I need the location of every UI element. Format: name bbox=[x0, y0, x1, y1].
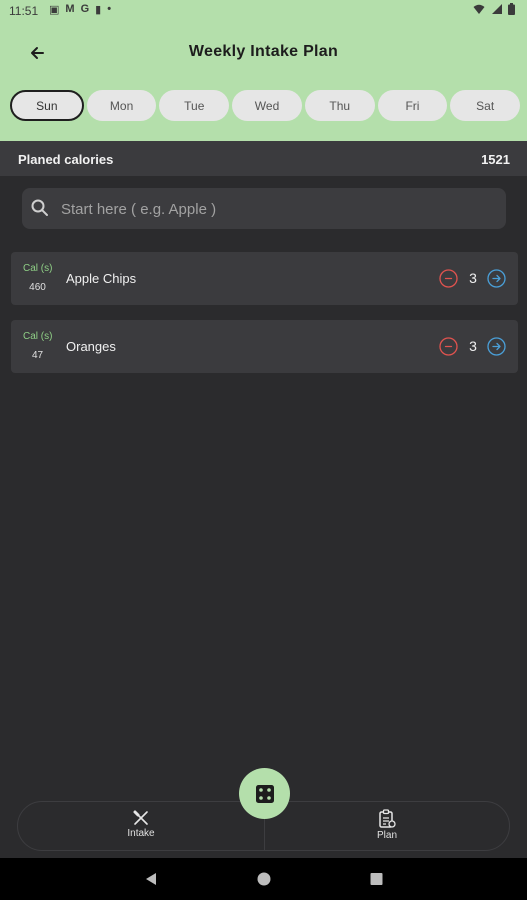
planned-calories-value: 1521 bbox=[481, 152, 510, 167]
day-tab-sun[interactable]: Sun bbox=[10, 90, 84, 121]
increase-quantity-button[interactable] bbox=[487, 269, 506, 288]
wifi-icon bbox=[473, 4, 485, 14]
mail-icon: M bbox=[65, 3, 75, 15]
decrease-quantity-button[interactable] bbox=[439, 337, 458, 356]
day-tab-mon[interactable]: Mon bbox=[86, 90, 157, 121]
decrease-quantity-button[interactable] bbox=[439, 269, 458, 288]
nav-label-intake: Intake bbox=[127, 828, 155, 839]
google-icon: G bbox=[80, 3, 90, 15]
increase-quantity-button[interactable] bbox=[487, 337, 506, 356]
image-icon: ▣ bbox=[49, 4, 60, 16]
day-tab-tue[interactable]: Tue bbox=[159, 90, 230, 121]
calories-value: 47 bbox=[31, 350, 44, 361]
back-triangle-icon[interactable] bbox=[144, 871, 158, 887]
utensils-icon bbox=[133, 810, 148, 825]
calories-label: Cal (s) bbox=[23, 263, 53, 274]
dot-icon: • bbox=[107, 3, 112, 15]
system-navigation-bar bbox=[0, 858, 527, 900]
system-icons bbox=[473, 3, 515, 15]
food-name: Oranges bbox=[66, 339, 116, 354]
nav-item-plan[interactable]: Plan bbox=[327, 809, 447, 841]
day-tab-thu[interactable]: Thu bbox=[304, 90, 375, 121]
quantity-value: 3 bbox=[469, 270, 477, 286]
clipboard-icon bbox=[379, 809, 396, 828]
day-tab-sat[interactable]: Sat bbox=[450, 90, 521, 121]
status-time: 11:51 bbox=[9, 4, 39, 18]
food-item-row[interactable]: Cal (s) 47 Oranges 3 bbox=[11, 320, 518, 373]
day-tab-fri[interactable]: Fri bbox=[377, 90, 448, 121]
quantity-value: 3 bbox=[469, 338, 477, 354]
search-icon bbox=[31, 199, 48, 216]
notification-icons: ▣ M G ▮ • bbox=[49, 3, 111, 16]
search-input[interactable] bbox=[59, 188, 493, 231]
food-name: Apple Chips bbox=[66, 271, 137, 286]
dice-fab-button[interactable] bbox=[239, 768, 290, 819]
planned-calories-bar: Planed calories 1521 bbox=[0, 141, 527, 176]
nav-label-plan: Plan bbox=[376, 830, 397, 841]
search-box bbox=[22, 188, 506, 231]
calories-value: 460 bbox=[29, 282, 46, 293]
recents-square-icon[interactable] bbox=[369, 871, 384, 887]
battery-icon bbox=[508, 3, 515, 15]
page-title: Weekly Intake Plan bbox=[188, 43, 339, 60]
nav-item-intake[interactable]: Intake bbox=[81, 809, 201, 839]
planned-calories-label: Planed calories bbox=[18, 152, 114, 167]
dice-icon bbox=[255, 784, 274, 803]
food-item-row[interactable]: Cal (s) 460 Apple Chips 3 bbox=[11, 252, 518, 305]
status-bar: 11:51 ▣ M G ▮ • bbox=[0, 0, 527, 22]
app-header: 11:51 ▣ M G ▮ • Weekly Intake Plan Sun M… bbox=[0, 0, 527, 141]
day-tab-wed[interactable]: Wed bbox=[232, 90, 302, 121]
calories-label: Cal (s) bbox=[23, 331, 53, 342]
sim-icon: ▮ bbox=[95, 4, 102, 16]
signal-icon bbox=[492, 4, 502, 14]
home-circle-icon[interactable] bbox=[256, 871, 272, 887]
day-selector: Sun Mon Tue Wed Thu Fri Sat bbox=[10, 90, 521, 121]
